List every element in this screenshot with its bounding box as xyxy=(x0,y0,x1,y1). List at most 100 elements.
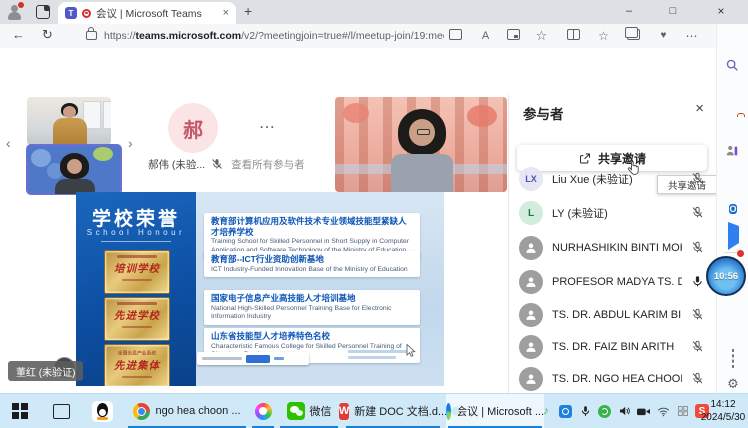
taskbar-edge-active[interactable]: 会议 | Microsoft ... xyxy=(446,394,544,428)
recording-icon xyxy=(82,9,91,18)
meeting-toolbar: 22:43 聊天 21 人员 举手 回应 视图 ... 更多 xyxy=(0,48,716,96)
start-button[interactable] xyxy=(4,394,36,428)
filmstrip-prev-icon[interactable]: ‹ xyxy=(6,135,11,151)
dialog-primary-button xyxy=(246,355,270,363)
music-tray-icon[interactable]: ♪ xyxy=(538,403,554,419)
mic-tray-icon[interactable] xyxy=(577,403,593,419)
browser-tab[interactable]: T 会议 | Microsoft Teams × xyxy=(58,2,236,24)
new-tab-button[interactable]: + xyxy=(244,3,252,19)
presenter-name-badge: 董红 (未验证) xyxy=(8,361,83,381)
camera-tray-icon[interactable] xyxy=(636,403,652,419)
mic-off-icon[interactable] xyxy=(691,308,705,322)
meeting-stage: ‹ › 郝 ... 郝伟 (未验... xyxy=(0,95,508,393)
taskbar-wps[interactable]: W 新建 DOC 文档.d... xyxy=(344,394,442,428)
picture-in-picture-icon[interactable] xyxy=(506,29,521,44)
mic-off-icon[interactable] xyxy=(691,241,705,255)
windows-logo-icon xyxy=(12,403,27,418)
mic-on-icon[interactable] xyxy=(691,275,705,289)
favorites-icon[interactable]: ☆ xyxy=(534,29,549,44)
participant-row[interactable]: L LY (未验证) xyxy=(509,199,717,227)
browser-more-icon[interactable]: ⋯ xyxy=(684,29,699,44)
avatar xyxy=(519,335,543,359)
taskbar-chrome[interactable]: ngo hea choon ... xyxy=(126,394,248,428)
window-minimize-button[interactable]: – xyxy=(610,0,648,23)
slide-title: 学校荣誉 xyxy=(76,204,196,231)
award-plaque-1: 培训学校 xyxy=(104,250,170,294)
back-icon[interactable]: ← xyxy=(12,27,25,42)
taskbar-time: 14:12 xyxy=(700,398,746,411)
color-wheel-icon xyxy=(255,403,272,420)
video-tile-main-speaker[interactable] xyxy=(335,97,507,192)
participant-row[interactable]: LX Liu Xue (未验证) xyxy=(509,165,717,193)
participant-row[interactable]: NURHASHIKIN BINTI MOHD S... xyxy=(509,234,717,262)
taskbar-wechat[interactable]: 微信 xyxy=(278,394,340,428)
tile-more-icon[interactable]: ... xyxy=(260,117,276,131)
speaker-name-row: 郝伟 (未验... 查看所有参与者 xyxy=(148,157,305,172)
person-silhouette xyxy=(387,109,457,192)
antivirus-tray-icon[interactable] xyxy=(597,403,613,419)
video-tile-participant-1[interactable] xyxy=(27,97,111,145)
tab-title: 会议 | Microsoft Teams xyxy=(96,6,218,21)
microsoft-365-icon[interactable] xyxy=(725,172,741,188)
notification-dot xyxy=(737,250,744,257)
person-silhouette xyxy=(55,153,95,194)
mic-off-icon[interactable] xyxy=(691,340,705,354)
address-bar[interactable]: https://teams.microsoft.com/v2/?meetingj… xyxy=(104,30,444,42)
avatar xyxy=(519,270,543,294)
participant-row[interactable]: TS. DR. NGO HEA CHOON xyxy=(509,365,717,393)
panel-close-icon[interactable]: × xyxy=(695,100,704,117)
video-tile-active-speaker[interactable] xyxy=(27,145,121,194)
split-screen-icon[interactable] xyxy=(566,29,581,44)
browser-profile-icon[interactable] xyxy=(7,4,23,20)
browser-essentials-icon[interactable]: ♥ xyxy=(656,29,671,44)
tab-groups-icon[interactable] xyxy=(626,29,641,44)
teams-favicon: T xyxy=(65,7,77,19)
system-tray: ♪ S xyxy=(538,394,714,428)
shopping-tag-icon[interactable] xyxy=(725,86,741,102)
mic-off-icon[interactable] xyxy=(691,372,705,386)
audio-device-tray-icon[interactable] xyxy=(675,403,691,419)
participant-avatar[interactable]: 郝 xyxy=(168,103,218,153)
person-silhouette xyxy=(53,103,87,145)
read-aloud-icon[interactable]: A xyxy=(478,29,493,44)
taskbar-date: 2024/5/30 xyxy=(700,411,746,424)
taskbar-clock[interactable]: 14:12 2024/5/30 xyxy=(700,398,746,424)
tab-close-icon[interactable]: × xyxy=(223,7,229,19)
honour-card-2: 教育部--ICT行业资助创新基地 ICT Industry-Funded Inn… xyxy=(204,251,420,277)
lock-icon[interactable] xyxy=(86,31,97,40)
panel-title: 参与者 xyxy=(523,103,564,123)
task-view-icon xyxy=(53,404,70,419)
volume-tray-icon[interactable] xyxy=(616,403,632,419)
window-maximize-button[interactable]: □ xyxy=(654,0,692,23)
outlook-icon[interactable]: O xyxy=(725,199,741,215)
drop-icon[interactable] xyxy=(725,226,741,242)
taskbar-qq[interactable] xyxy=(86,394,118,428)
tab-search-icon[interactable] xyxy=(36,5,50,19)
view-all-participants-link[interactable]: 查看所有参与者 xyxy=(231,157,305,172)
wifi-tray-icon[interactable] xyxy=(655,403,671,419)
games-icon[interactable] xyxy=(725,144,741,160)
tools-icon[interactable] xyxy=(725,116,741,132)
refresh-icon[interactable]: ↻ xyxy=(42,27,53,43)
window-close-button[interactable]: × xyxy=(702,0,740,23)
timer-widget[interactable]: 10:56 xyxy=(706,256,746,296)
edge-sidebar: O ⚙ xyxy=(716,24,748,393)
taskbar-app-colorwheel[interactable] xyxy=(250,394,276,428)
tab-media-icon[interactable] xyxy=(448,29,463,44)
mic-off-icon[interactable] xyxy=(691,206,705,220)
filmstrip-next-icon[interactable]: › xyxy=(128,135,133,151)
avatar: LX xyxy=(519,167,543,191)
participant-row[interactable]: TS. DR. FAIZ BIN ARITH xyxy=(509,333,717,361)
search-icon[interactable] xyxy=(725,58,741,74)
participants-panel: 参与者 × 共享邀请 共享邀请 LX Liu Xue (未验证) L LY (未… xyxy=(508,95,716,393)
wechat-icon xyxy=(287,402,305,420)
task-view-button[interactable] xyxy=(46,394,76,428)
participant-row[interactable]: PROFESOR MADYA TS. DR. M... xyxy=(509,268,717,296)
tray-app-icon[interactable] xyxy=(558,403,574,419)
screenshot-icon[interactable] xyxy=(725,350,741,366)
speaker-name: 郝伟 (未验... xyxy=(148,157,205,172)
collections-icon[interactable]: ☆ xyxy=(596,29,611,44)
mic-off-icon[interactable] xyxy=(691,172,705,186)
sidebar-settings-icon[interactable]: ⚙ xyxy=(725,376,741,392)
participant-row[interactable]: TS. DR. ABDUL KARIM BIN MO... xyxy=(509,301,717,329)
